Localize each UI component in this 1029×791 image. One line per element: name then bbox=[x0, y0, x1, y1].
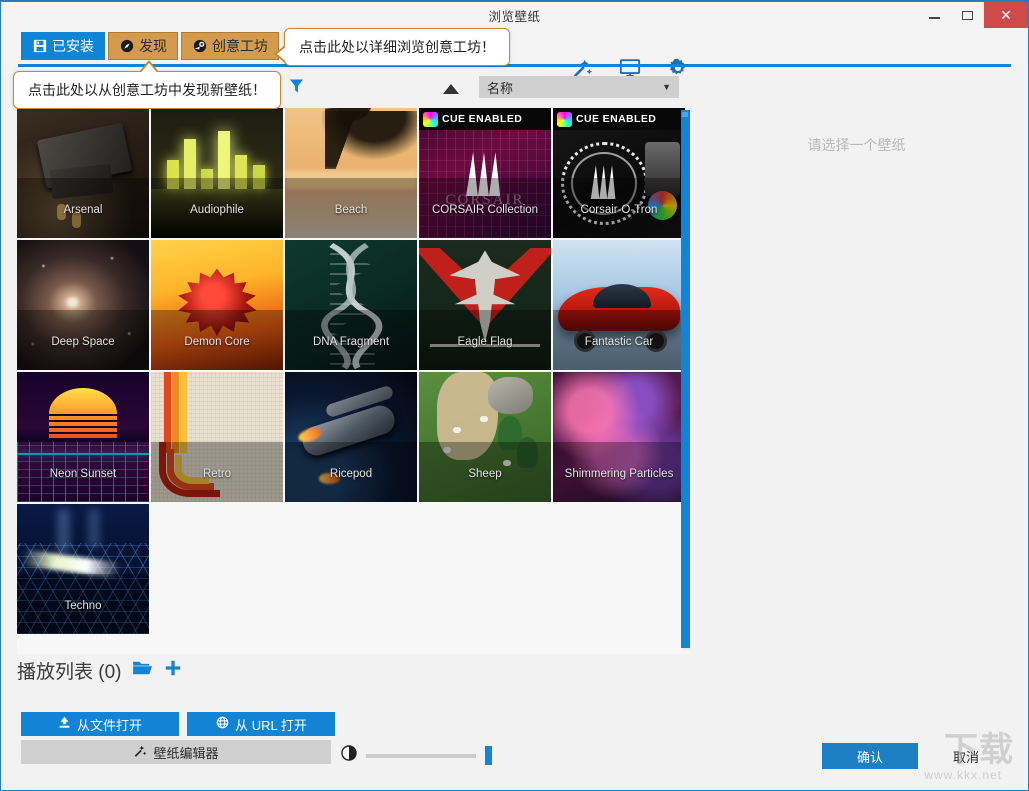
wallpaper-name: Beach bbox=[285, 178, 417, 238]
grid-scrollbar-thumb[interactable] bbox=[681, 110, 690, 648]
tabs: 已安装 发现 创意工坊 bbox=[21, 32, 279, 60]
cancel-button[interactable]: 取消 bbox=[918, 743, 1014, 769]
globe-icon bbox=[216, 716, 229, 732]
tab-workshop-label: 创意工坊 bbox=[212, 36, 268, 56]
chevron-down-icon: ▼ bbox=[662, 82, 671, 92]
maximize-icon bbox=[962, 11, 973, 20]
wallpaper-name: CORSAIR Collection bbox=[419, 178, 551, 238]
wallpaper-card[interactable]: Techno bbox=[17, 504, 149, 634]
dialog-actions: 确认 取消 bbox=[822, 743, 1014, 769]
wallpaper-name: Arsenal bbox=[17, 178, 149, 238]
tab-installed-label: 已安装 bbox=[52, 36, 94, 56]
wallpaper-name: DNA Fragment bbox=[285, 310, 417, 370]
playlist-header: 播放列表 (0) bbox=[17, 657, 182, 684]
open-from-url-button[interactable]: 从 URL 打开 bbox=[187, 712, 335, 736]
tab-discover-label: 发现 bbox=[139, 36, 167, 56]
wallpaper-card[interactable]: Deep Space bbox=[17, 240, 149, 370]
folder-open-icon[interactable] bbox=[132, 659, 154, 682]
slider-track[interactable] bbox=[366, 754, 476, 758]
wand-icon bbox=[133, 744, 147, 761]
wallpaper-editor-button[interactable]: 壁纸编辑器 bbox=[21, 740, 331, 764]
wallpaper-card[interactable]: Demon Core bbox=[151, 240, 283, 370]
wallpaper-name: Sheep bbox=[419, 442, 551, 502]
wallpaper-card[interactable]: DNA Fragment bbox=[285, 240, 417, 370]
window-controls: ✕ bbox=[918, 2, 1028, 28]
contrast-slider[interactable] bbox=[341, 745, 492, 766]
tab-installed[interactable]: 已安装 bbox=[21, 32, 105, 60]
wallpaper-card[interactable]: Retro bbox=[151, 372, 283, 502]
minimize-icon bbox=[929, 17, 940, 19]
callout-workshop[interactable]: 点击此处以详细浏览创意工坊！ bbox=[284, 28, 510, 66]
wallpaper-name: Eagle Flag bbox=[419, 310, 551, 370]
open-from-file-button[interactable]: 从文件打开 bbox=[21, 712, 179, 736]
wallpaper-editor-label: 壁纸编辑器 bbox=[153, 743, 218, 762]
maximize-button[interactable] bbox=[951, 2, 984, 28]
minimize-button[interactable] bbox=[918, 2, 951, 28]
contrast-icon bbox=[341, 745, 357, 766]
wallpaper-grid: Arsenal Audiophile bbox=[17, 108, 689, 635]
wallpaper-name: Ricepod bbox=[285, 442, 417, 502]
tab-strip: 已安装 发现 创意工坊 bbox=[1, 28, 1028, 64]
sort-select[interactable]: 名称 ▼ bbox=[479, 76, 679, 98]
watermark-url: www.kkx.net bbox=[924, 768, 1002, 782]
wallpaper-card[interactable]: Ricepod bbox=[285, 372, 417, 502]
close-button[interactable]: ✕ bbox=[984, 2, 1028, 28]
open-from-file-label: 从文件打开 bbox=[77, 715, 142, 734]
sort-select-value: 名称 bbox=[487, 78, 513, 97]
wallpaper-name: Audiophile bbox=[151, 178, 283, 238]
wallpaper-card[interactable]: Shimmering Particles bbox=[553, 372, 685, 502]
wallpaper-name: Fantastic Car bbox=[553, 310, 685, 370]
wallpaper-card[interactable]: Beach bbox=[285, 108, 417, 238]
wallpaper-name: Neon Sunset bbox=[17, 442, 149, 502]
wallpaper-card[interactable]: Arsenal bbox=[17, 108, 149, 238]
save-icon bbox=[32, 39, 47, 54]
preview-empty-hint: 请选择一个壁纸 bbox=[693, 135, 1020, 155]
plus-icon[interactable] bbox=[164, 659, 182, 682]
tab-discover[interactable]: 发现 bbox=[108, 32, 178, 60]
title-bar: 浏览壁纸 ✕ bbox=[1, 2, 1028, 28]
confirm-button[interactable]: 确认 bbox=[822, 743, 918, 769]
browse-wallpaper-window: 浏览壁纸 ✕ 已安装 发现 bbox=[0, 0, 1029, 791]
wallpaper-card[interactable]: CUE ENABLED Corsair-O-Tron bbox=[553, 108, 685, 238]
steam-workshop-icon bbox=[192, 39, 207, 54]
tab-workshop[interactable]: 创意工坊 bbox=[181, 32, 279, 60]
wallpaper-name: Demon Core bbox=[151, 310, 283, 370]
preview-pane: 请选择一个壁纸 bbox=[693, 102, 1020, 750]
upload-icon bbox=[58, 716, 71, 732]
callout-discover[interactable]: 点击此处以从创意工坊中发现新壁纸！ bbox=[13, 71, 281, 109]
open-from-url-label: 从 URL 打开 bbox=[235, 715, 307, 734]
wallpaper-card[interactable]: Neon Sunset bbox=[17, 372, 149, 502]
wallpaper-name: Shimmering Particles bbox=[553, 442, 685, 502]
wallpaper-card[interactable]: Eagle Flag bbox=[419, 240, 551, 370]
compass-icon bbox=[119, 39, 134, 54]
funnel-icon[interactable] bbox=[289, 78, 304, 99]
wallpaper-card[interactable]: Fantastic Car bbox=[553, 240, 685, 370]
wallpaper-card[interactable]: CUE ENABLED CORSAIR CORSAIR Collection bbox=[419, 108, 551, 238]
sort-ascending-icon[interactable] bbox=[443, 82, 459, 100]
wallpaper-grid-container[interactable]: Arsenal Audiophile bbox=[17, 108, 689, 654]
window-title: 浏览壁纸 bbox=[488, 6, 540, 25]
wallpaper-name: Deep Space bbox=[17, 310, 149, 370]
slider-thumb[interactable] bbox=[485, 746, 492, 765]
wallpaper-card[interactable]: Audiophile bbox=[151, 108, 283, 238]
bottom-button-row: 从文件打开 从 URL 打开 壁纸编辑器 bbox=[21, 712, 335, 764]
wallpaper-name: Retro bbox=[151, 442, 283, 502]
playlist-title: 播放列表 (0) bbox=[17, 657, 122, 684]
wallpaper-name: Corsair-O-Tron bbox=[553, 178, 685, 238]
wallpaper-card[interactable]: Sheep bbox=[419, 372, 551, 502]
tab-underline bbox=[18, 64, 1011, 67]
wallpaper-name: Techno bbox=[17, 574, 149, 634]
grid-scrollbar[interactable] bbox=[681, 110, 690, 650]
